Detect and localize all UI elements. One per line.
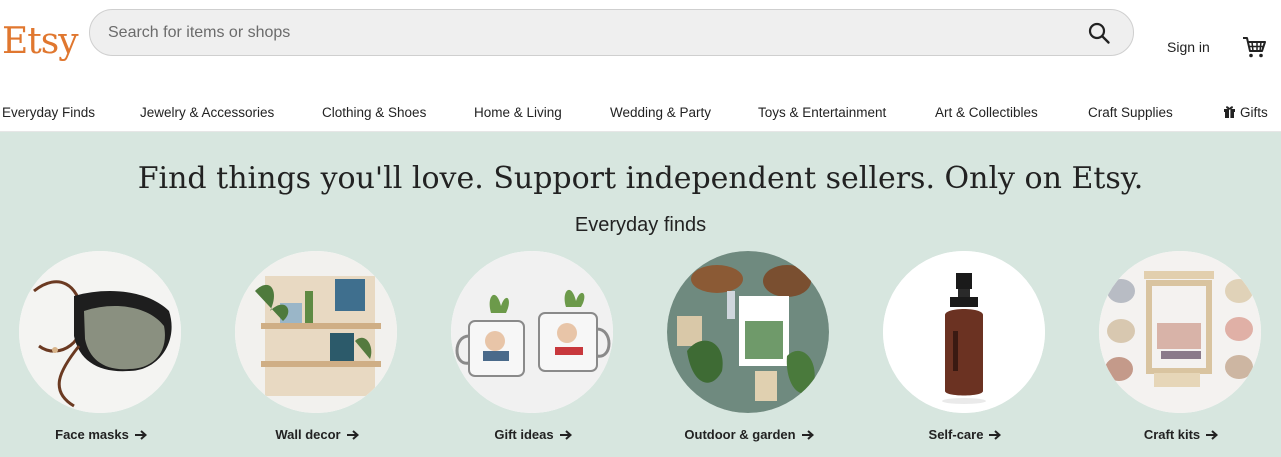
everyday-finds-heading: Everyday finds — [574, 214, 707, 236]
category-self-care[interactable]: Self-care — [883, 251, 1047, 442]
category-outdoor-garden[interactable]: Outdoor & garden — [667, 251, 831, 442]
nav-item-craft-supplies[interactable]: Craft Supplies — [1088, 105, 1173, 120]
nav-item-jewelry-accessories[interactable]: Jewelry & Accessories — [140, 105, 274, 120]
nav-item-toys-entertainment[interactable]: Toys & Entertainment — [758, 105, 886, 120]
arrow-right-icon — [346, 428, 359, 440]
cart-icon[interactable] — [1241, 34, 1267, 60]
gift-ideas-image — [451, 251, 613, 413]
face-masks-image — [19, 251, 181, 413]
face-masks-label: Face masks — [55, 427, 129, 442]
arrow-right-icon — [134, 428, 147, 440]
hero-section: Find things you'll love. Support indepen… — [0, 132, 1281, 457]
outdoor-garden-label: Outdoor & garden — [684, 427, 796, 442]
nav-item-everyday-finds[interactable]: Everyday Finds — [2, 105, 95, 120]
nav-item-gifts-label: Gifts — [1240, 105, 1268, 120]
gift-ideas-label: Gift ideas — [494, 427, 554, 442]
search-icon[interactable] — [1087, 21, 1111, 45]
wall-decor-image — [235, 251, 397, 413]
etsy-logo[interactable]: Etsy — [2, 21, 79, 62]
category-wall-decor[interactable]: Wall decor — [235, 251, 399, 442]
category-nav: Everyday Finds Jewelry & Accessories Clo… — [0, 92, 1281, 132]
wall-decor-label: Wall decor — [275, 427, 341, 442]
outdoor-garden-image — [667, 251, 829, 413]
arrow-right-icon — [801, 428, 814, 440]
category-face-masks[interactable]: Face masks — [19, 251, 183, 442]
nav-item-wedding-party[interactable]: Wedding & Party — [610, 105, 711, 120]
nav-item-home-living[interactable]: Home & Living — [474, 105, 562, 120]
header: Etsy Sign in — [0, 0, 1281, 92]
nav-item-art-collectibles[interactable]: Art & Collectibles — [935, 105, 1038, 120]
craft-kits-label: Craft kits — [1143, 427, 1201, 442]
arrow-right-icon — [989, 428, 1002, 440]
craft-kits-image — [1099, 251, 1261, 413]
self-care-image — [883, 251, 1045, 413]
search-bar — [89, 9, 1134, 56]
self-care-label: Self-care — [928, 427, 984, 442]
nav-item-clothing-shoes[interactable]: Clothing & Shoes — [322, 105, 426, 120]
gift-icon — [1223, 105, 1236, 118]
category-craft-kits[interactable]: Craft kits — [1099, 251, 1263, 442]
arrow-right-icon — [559, 428, 572, 440]
sign-in-link[interactable]: Sign in — [1167, 39, 1210, 55]
hero-headline: Find things you'll love. Support indepen… — [137, 161, 1144, 196]
category-gift-ideas[interactable]: Gift ideas — [451, 251, 615, 442]
nav-item-gifts[interactable]: Gifts — [1223, 105, 1268, 120]
search-input[interactable] — [108, 10, 1068, 55]
arrow-right-icon — [1206, 428, 1219, 440]
